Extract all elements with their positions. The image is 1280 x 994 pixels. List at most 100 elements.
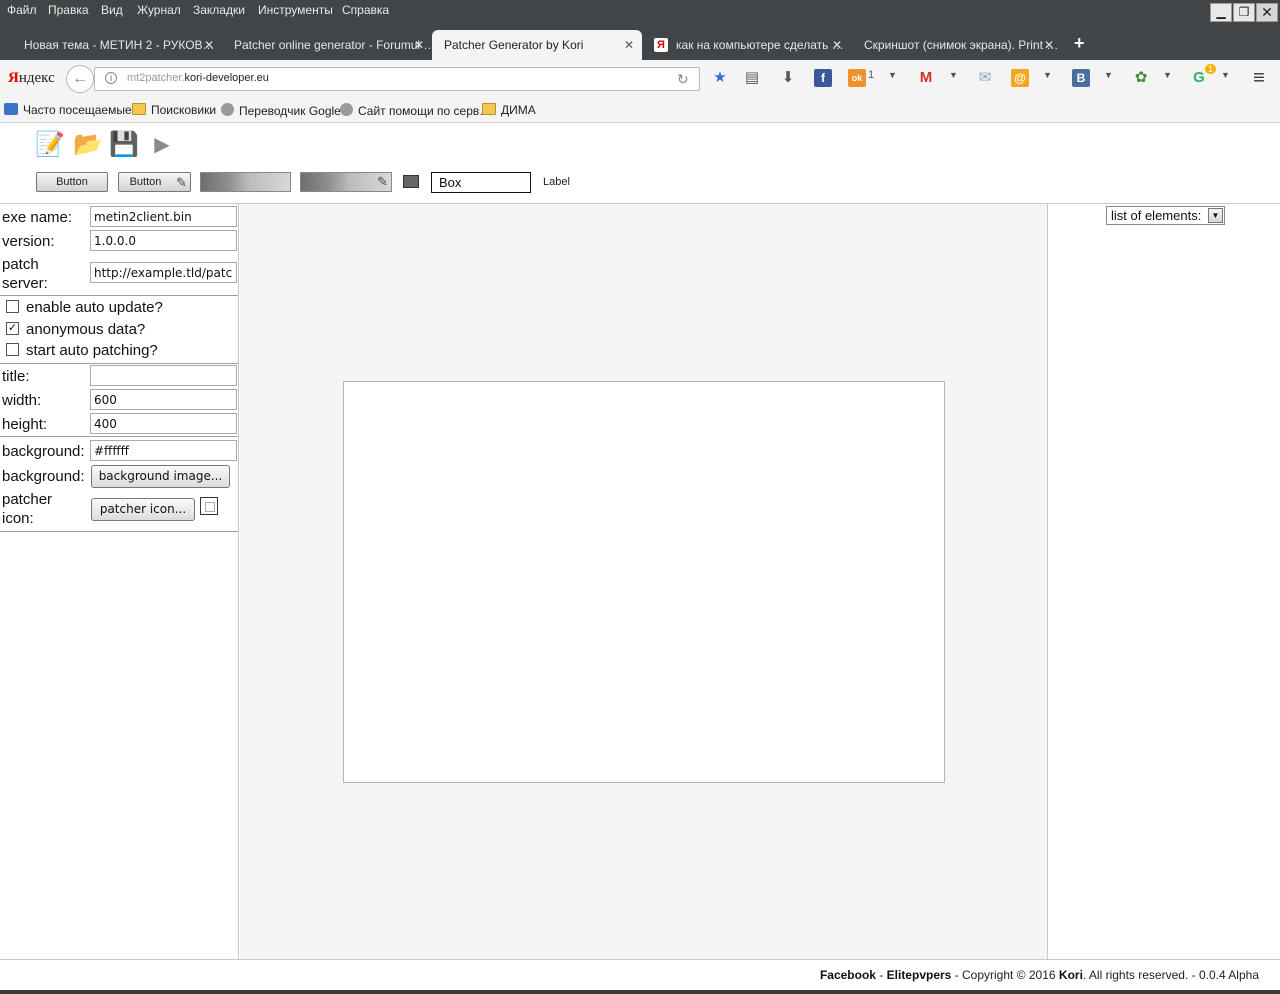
mail-icon[interactable]: ✉ [975, 68, 995, 88]
patcher-icon-label-line1: patcher [2, 491, 53, 508]
anonymous-data-checkbox[interactable]: ✓ [6, 322, 19, 335]
bookmark-search-engines[interactable]: Поисковики [132, 103, 216, 117]
patcher-icon-button[interactable]: patcher icon... [91, 498, 195, 521]
tab-close-icon[interactable]: ✕ [624, 38, 634, 52]
add-edit-progressbar-widget[interactable]: ✎ [300, 172, 392, 192]
background-image-button[interactable]: background image... [91, 465, 230, 488]
tab-forumul[interactable]: Patcher online generator - Forumul … ✕ [222, 30, 432, 60]
tab-patcher-generator[interactable]: Patcher Generator by Kori ✕ [432, 30, 642, 60]
url-subdomain: mt2patcher. [127, 72, 185, 84]
widget-button-label: Button [129, 176, 162, 188]
open-folder-icon[interactable]: 📂 [73, 131, 103, 159]
exe-name-input[interactable] [90, 206, 237, 227]
browser-chrome: Файл Правка Вид Журнал Закладки Инструме… [0, 0, 1280, 123]
chevron-down-icon[interactable]: ▼ [1043, 70, 1052, 80]
add-button-widget[interactable]: Button [36, 172, 108, 192]
background-color-input[interactable] [90, 440, 237, 461]
close-window-button[interactable]: ✕ [1256, 3, 1278, 22]
chevron-down-icon[interactable]: ▼ [1163, 70, 1172, 80]
restore-button[interactable]: ❐ [1233, 3, 1255, 22]
tab-title: как на компьютере сделать … [676, 38, 844, 52]
bookmark-server-help[interactable]: Сайт помощи по серв… [340, 103, 491, 118]
footer-separator: - [875, 968, 887, 982]
divider [0, 363, 238, 364]
tab-close-icon[interactable]: ✕ [1044, 38, 1054, 52]
bookmark-dima[interactable]: ДИМА [482, 103, 536, 117]
height-input[interactable] [90, 413, 237, 434]
footer-copyright: - Copyright © 2016 [951, 968, 1059, 982]
download-icon[interactable]: ⬇ [778, 68, 798, 88]
elements-select-value: list of elements: [1111, 208, 1202, 223]
tab-close-icon[interactable]: ✕ [832, 38, 842, 52]
extension-puzzle-icon[interactable]: ✿ [1131, 68, 1151, 88]
odnoklassniki-icon[interactable]: ok [848, 69, 866, 87]
minimize-button[interactable]: ▁ [1210, 3, 1232, 22]
title-label: title: [2, 368, 30, 385]
add-progressbar-widget[interactable] [200, 172, 291, 192]
save-icon[interactable]: 💾 [109, 131, 139, 159]
patcher-icon-preview [200, 497, 218, 515]
bookmark-label: Сайт помощи по серв… [358, 104, 492, 118]
menu-bookmarks[interactable]: Закладки [193, 3, 245, 17]
menu-help[interactable]: Справка [342, 3, 389, 17]
tab-title: Patcher online generator - Forumul … [234, 38, 432, 52]
chevron-down-icon[interactable]: ▼ [949, 70, 958, 80]
bookmark-star-icon[interactable]: ★ [710, 68, 730, 88]
tab-yandex-search[interactable]: Я как на компьютере сделать … ✕ [650, 30, 850, 60]
hamburger-menu-icon[interactable]: ≡ [1249, 68, 1269, 88]
menu-tools[interactable]: Инструменты [258, 3, 333, 17]
menu-bar: Файл Правка Вид Журнал Закладки Инструме… [0, 0, 1280, 22]
tab-metin2[interactable]: Новая тема - МЕТИН 2 - РУКОВ… ✕ [12, 30, 222, 60]
folder-icon [132, 103, 146, 115]
tab-close-icon[interactable]: ✕ [204, 38, 214, 52]
vkontakte-icon[interactable]: В [1072, 69, 1090, 87]
bookmark-most-visited[interactable]: Часто посещаемые [4, 103, 132, 117]
tab-screenshot[interactable]: Скриншот (снимок экрана). Print … ✕ [852, 30, 1062, 60]
chevron-down-icon[interactable]: ▼ [888, 70, 897, 80]
most-visited-icon [4, 103, 18, 115]
reload-icon[interactable]: ↻ [677, 71, 689, 88]
site-info-icon[interactable]: i [105, 72, 117, 84]
add-image-icon[interactable] [403, 175, 419, 188]
enable-auto-update-label: enable auto update? [26, 299, 163, 316]
patcher-canvas[interactable] [343, 381, 945, 783]
patch-server-input[interactable] [90, 262, 237, 283]
chevron-down-icon[interactable]: ▼ [1221, 70, 1230, 80]
start-auto-patching-label: start auto patching? [26, 342, 158, 359]
kori-link[interactable]: Kori [1059, 968, 1083, 982]
reader-list-icon[interactable]: ▤ [742, 68, 762, 88]
add-box-widget[interactable]: Box [431, 172, 531, 193]
version-input[interactable] [90, 230, 237, 251]
menu-edit[interactable]: Правка [48, 3, 89, 17]
run-play-icon[interactable]: ▶ [148, 131, 176, 159]
menu-history[interactable]: Журнал [137, 3, 181, 17]
mailru-icon[interactable]: @ [1011, 69, 1029, 87]
facebook-icon[interactable]: f [814, 69, 832, 87]
footer: Facebook - Elitepvpers - Copyright © 201… [0, 959, 1280, 990]
divider [0, 436, 238, 437]
yandex-logo[interactable]: Яндекс [8, 70, 55, 87]
enable-auto-update-checkbox[interactable] [6, 300, 19, 313]
chevron-down-icon[interactable]: ▼ [1104, 70, 1113, 80]
back-button[interactable]: ← [66, 65, 94, 93]
bookmark-google-translate[interactable]: Переводчик Gogle [221, 103, 341, 118]
url-bar[interactable]: i mt2patcher.kori-developer.eu ↻ [94, 67, 700, 91]
new-tab-button[interactable]: + [1074, 33, 1085, 54]
start-auto-patching-checkbox[interactable] [6, 343, 19, 356]
globe-icon [221, 103, 234, 116]
bookmark-label: Поисковики [151, 103, 217, 117]
add-edit-button-widget[interactable]: Button ✎ [118, 172, 191, 192]
elements-select[interactable]: list of elements: ▼ [1106, 206, 1225, 225]
gmail-icon[interactable]: M [916, 68, 936, 88]
facebook-link[interactable]: Facebook [820, 968, 876, 982]
exe-name-label: exe name: [2, 209, 73, 226]
add-label-widget[interactable]: Label [543, 176, 570, 188]
bookmark-label: ДИМА [501, 103, 536, 117]
title-input[interactable] [90, 365, 237, 386]
elitepvpers-link[interactable]: Elitepvpers [887, 968, 952, 982]
new-document-icon[interactable]: 📝 [35, 131, 65, 159]
menu-view[interactable]: Вид [101, 3, 123, 17]
tab-close-icon[interactable]: ✕ [414, 38, 424, 52]
menu-file[interactable]: Файл [7, 3, 37, 17]
width-input[interactable] [90, 389, 237, 410]
